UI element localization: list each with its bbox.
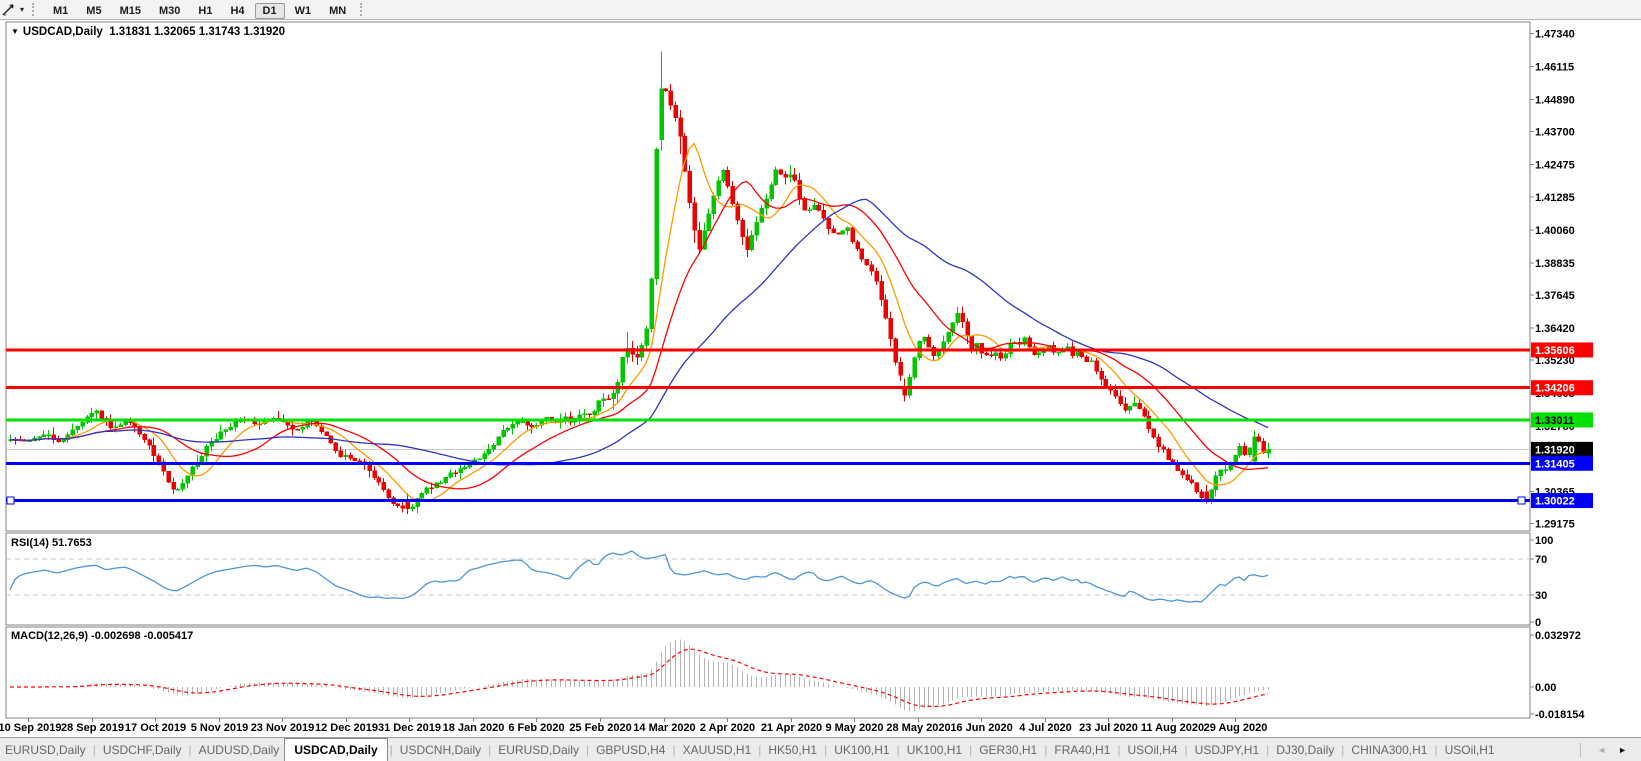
svg-text:0.00: 0.00: [1535, 682, 1556, 694]
time-axis: 10 Sep 2019 28 Sep 2019 17 Oct 2019 5 Nov 2…: [0, 718, 1267, 734]
chart-tab-xauusd-h1[interactable]: XAUUSD,H1: [678, 738, 757, 761]
tab-separator: |: [896, 742, 900, 757]
svg-text:28 Sep 2019: 28 Sep 2019: [61, 722, 124, 734]
svg-text:0.032972: 0.032972: [1535, 630, 1581, 642]
svg-text:6 Feb 2020: 6 Feb 2020: [508, 722, 564, 734]
svg-text:1.42475: 1.42475: [1535, 160, 1575, 172]
chart-tab-usdcnh-daily[interactable]: USDCNH,Daily: [395, 738, 486, 761]
svg-text:25 Feb 2020: 25 Feb 2020: [569, 722, 631, 734]
svg-text:1.40060: 1.40060: [1535, 225, 1575, 237]
svg-text:1.38835: 1.38835: [1535, 258, 1575, 270]
svg-text:5 Nov 2019: 5 Nov 2019: [191, 722, 248, 734]
svg-text:1.33011: 1.33011: [1535, 415, 1574, 427]
tab-separator: |: [1341, 742, 1345, 757]
tab-scroll-right-icon[interactable]: ►: [1618, 745, 1627, 755]
svg-text:1.30022: 1.30022: [1535, 496, 1575, 508]
svg-text:9 May 2020: 9 May 2020: [825, 722, 883, 734]
tab-separator: |: [758, 742, 762, 757]
chart-tab-gbpusd-h4[interactable]: GBPUSD,H4: [591, 738, 670, 761]
tab-separator: |: [389, 742, 393, 757]
svg-text:100: 100: [1535, 535, 1553, 547]
chart-tab-audusd-daily[interactable]: AUDUSD,Daily: [194, 738, 285, 761]
tab-scroll-left-icon[interactable]: ◄: [1597, 745, 1606, 755]
svg-text:30: 30: [1535, 590, 1547, 602]
price-axis: 1.47340 1.46115 1.44890 1.43700 1.42475 1.412…: [1530, 29, 1593, 530]
svg-text:1.31405: 1.31405: [1535, 458, 1575, 470]
chart-tab-china300-h1[interactable]: CHINA300,H1: [1346, 738, 1432, 761]
chart-tab-usdchf-daily[interactable]: USDCHF,Daily: [98, 738, 187, 761]
chart-tab-bar: EURUSD,Daily | USDCHF,Daily | AUDUSD,Daily US…: [0, 737, 1641, 761]
chart-tab-usdjpy-h1[interactable]: USDJPY,H1: [1190, 738, 1264, 761]
tab-separator: |: [1044, 742, 1048, 757]
svg-text:1.44890: 1.44890: [1535, 95, 1575, 107]
svg-text:29 Aug 2020: 29 Aug 2020: [1204, 722, 1268, 734]
svg-text:1.36420: 1.36420: [1535, 323, 1575, 335]
tab-separator: |: [672, 742, 676, 757]
tab-separator: |: [488, 742, 492, 757]
chart-tab-dj30-daily[interactable]: DJ30,Daily: [1271, 738, 1339, 761]
chart-tab-uk100-h1[interactable]: UK100,H1: [829, 738, 894, 761]
tab-separator: |: [188, 742, 192, 757]
chart-tab-ger30-h1[interactable]: GER30,H1: [974, 738, 1042, 761]
svg-text:1.47340: 1.47340: [1535, 29, 1575, 41]
tab-separator: |: [1266, 742, 1270, 757]
chart-tab-usoil-h4[interactable]: USOil,H4: [1123, 738, 1183, 761]
svg-text:14 Mar 2020: 14 Mar 2020: [633, 722, 695, 734]
svg-text:0: 0: [1535, 617, 1541, 629]
svg-text:4 Jul 2020: 4 Jul 2020: [1019, 722, 1072, 734]
svg-text:16 Jun 2020: 16 Jun 2020: [950, 722, 1012, 734]
svg-text:28 May 2020: 28 May 2020: [886, 722, 950, 734]
tab-separator: |: [824, 742, 828, 757]
trading-terminal-window: ▾ M1 M5 M15 M30 H1 H4 D1 W1 MN 1.47340 1.46115 1.4…: [0, 0, 1641, 761]
svg-text:12 Dec 2019: 12 Dec 2019: [315, 722, 378, 734]
line-handle[interactable]: [1517, 496, 1526, 505]
line-handle[interactable]: [6, 496, 15, 505]
chart-pane-frame: [5, 532, 1531, 626]
chart-tab-eurusd-daily[interactable]: EURUSD,Daily: [0, 738, 91, 761]
tab-separator: |: [969, 742, 973, 757]
tab-separator: |: [585, 742, 590, 757]
chart-title: ▼ USDCAD,Daily 1.31831 1.32065 1.31743 1.…: [11, 26, 285, 38]
chart-tabs: EURUSD,Daily | USDCHF,Daily | AUDUSD,Daily US…: [0, 738, 1500, 761]
rsi-indicator-label: RSI(14) 51.7653: [11, 537, 92, 549]
chart-tab-hk50-h1[interactable]: HK50,H1: [763, 738, 822, 761]
svg-text:1.41285: 1.41285: [1535, 192, 1575, 204]
chart-tab-usdcad-daily[interactable]: USDCAD,Daily: [284, 738, 388, 761]
chart-tab-eurusd-daily[interactable]: EURUSD,Daily: [493, 738, 584, 761]
svg-text:1.31920: 1.31920: [1535, 444, 1575, 456]
macd-indicator-label: MACD(12,26,9) -0.002698 -0.005417: [11, 630, 194, 642]
tab-separator: |: [1117, 742, 1121, 757]
svg-text:21 Apr 2020: 21 Apr 2020: [761, 722, 822, 734]
chart-tab-fra40-h1[interactable]: FRA40,H1: [1049, 738, 1115, 761]
svg-text:1.34206: 1.34206: [1535, 383, 1575, 395]
svg-text:1.46115: 1.46115: [1535, 62, 1574, 74]
svg-text:18 Jan 2020: 18 Jan 2020: [443, 722, 505, 734]
svg-text:17 Oct 2019: 17 Oct 2019: [125, 722, 186, 734]
svg-text:1.29175: 1.29175: [1535, 518, 1575, 530]
svg-text:31 Dec 2019: 31 Dec 2019: [378, 722, 441, 734]
tab-separator: [1580, 742, 1582, 757]
tab-separator: |: [92, 742, 96, 757]
svg-text:10 Sep 2019: 10 Sep 2019: [0, 722, 62, 734]
svg-text:-0.018154: -0.018154: [1535, 709, 1585, 721]
tab-separator: |: [1434, 742, 1438, 757]
tab-scroll-buttons: ◄ ►: [1568, 738, 1641, 761]
chart-tab-uk100-h1[interactable]: UK100,H1: [902, 738, 967, 761]
chart-tab-usoil-h1[interactable]: USOil,H1: [1440, 738, 1500, 761]
svg-text:70: 70: [1535, 554, 1547, 566]
svg-text:2 Apr 2020: 2 Apr 2020: [700, 722, 755, 734]
chart-pane-frame: [5, 626, 1531, 719]
svg-text:1.37645: 1.37645: [1535, 290, 1575, 302]
ohlc-values: 1.31831 1.32065 1.31743 1.31920: [109, 26, 286, 38]
svg-text:23 Nov 2019: 23 Nov 2019: [251, 722, 315, 734]
svg-text:11 Aug 2020: 11 Aug 2020: [1141, 722, 1204, 734]
svg-text:1.35606: 1.35606: [1535, 345, 1575, 357]
svg-text:1.43700: 1.43700: [1535, 127, 1575, 139]
tab-separator: |: [1184, 742, 1188, 757]
svg-text:23 Jul 2020: 23 Jul 2020: [1079, 722, 1138, 734]
chart-canvas: 1.47340 1.46115 1.44890 1.43700 1.42475 1.412…: [0, 21, 1593, 734]
symbol-title: USDCAD,Daily: [22, 26, 103, 38]
symbol-collapse-icon[interactable]: ▼: [11, 27, 19, 36]
